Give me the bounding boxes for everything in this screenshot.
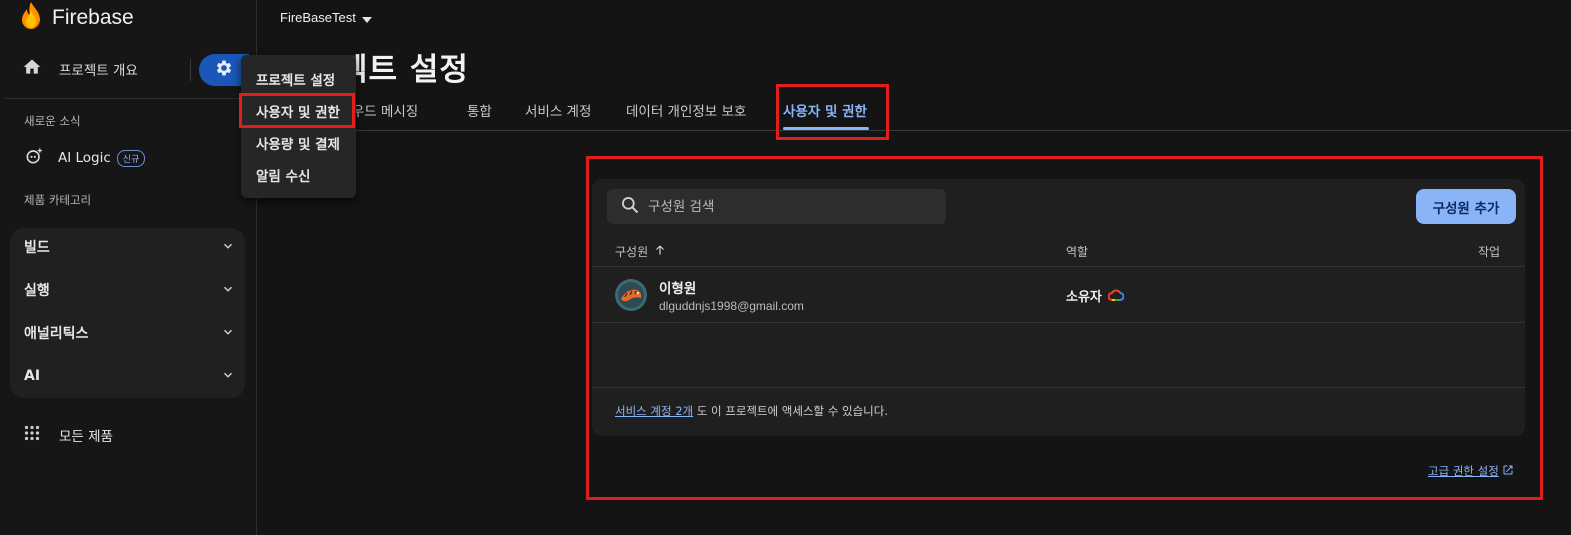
firebase-logo-icon [20, 1, 42, 35]
open-in-new-icon [1502, 461, 1514, 480]
member-role: 소유자 [1066, 286, 1125, 305]
divider [592, 266, 1525, 267]
ai-logic-icon [24, 146, 44, 170]
member-email: dlguddnjs1998@gmail.com [659, 299, 804, 313]
category-section-label: 제품 카테고리 [24, 193, 92, 207]
project-overview-label: 프로젝트 개요 [59, 63, 138, 79]
category-list: 빌드 실행 애널리틱스 AI [10, 228, 245, 398]
menu-item-project-settings[interactable]: 프로젝트 설정 [256, 69, 335, 89]
column-header-role: 역할 [1066, 245, 1089, 259]
divider [592, 387, 1525, 388]
role-label: 소유자 [1066, 290, 1102, 305]
news-section-label: 새로운 소식 [24, 114, 81, 128]
sidebar-item-run[interactable]: 실행 [10, 272, 245, 308]
settings-tabs: 클라우드 메시징 통합 서비스 계정 데이터 개인정보 보호 사용자 및 권한 [257, 96, 1571, 131]
tab-users-permissions[interactable]: 사용자 및 권한 [783, 100, 867, 120]
sidebar-item-build[interactable]: 빌드 [10, 229, 245, 265]
divider [592, 322, 1525, 323]
gear-icon [214, 58, 234, 82]
sidebar-item-all-products[interactable]: 모든 제품 [24, 424, 113, 446]
category-label: AI [24, 368, 41, 384]
chevron-down-icon [221, 367, 235, 386]
menu-item-users-permissions[interactable]: 사용자 및 권한 [256, 101, 340, 121]
brand[interactable]: Firebase [20, 2, 134, 34]
avatar [615, 279, 647, 311]
category-label: 실행 [24, 283, 50, 299]
project-name: FireBaseTest [280, 9, 356, 25]
tab-integrations[interactable]: 통합 [467, 100, 492, 120]
project-overview-link[interactable]: 프로젝트 개요 [22, 52, 138, 86]
divider [5, 98, 255, 99]
column-header-action: 작업 [1478, 245, 1501, 259]
column-header-member[interactable]: 구성원 [615, 243, 666, 260]
apps-grid-icon [24, 425, 40, 445]
member-search-input[interactable] [648, 198, 928, 215]
advanced-permissions-label: 고급 권한 설정 [1428, 463, 1499, 478]
brand-name: Firebase [52, 6, 134, 29]
add-member-button[interactable]: 구성원 추가 [1416, 189, 1516, 224]
category-label: 빌드 [24, 240, 50, 256]
home-icon [22, 57, 42, 81]
ai-logic-label: AI Logic [58, 150, 111, 166]
column-label: 구성원 [615, 245, 649, 259]
service-accounts-link[interactable]: 서비스 계정 2개 [615, 404, 693, 418]
menu-item-alerts[interactable]: 알림 수신 [256, 165, 310, 185]
service-accounts-note: 서비스 계정 2개 도 이 프로젝트에 액세스할 수 있습니다. [615, 403, 888, 419]
new-badge: 신규 [116, 149, 146, 167]
chevron-down-icon [221, 281, 235, 300]
all-products-label: 모든 제품 [59, 429, 113, 445]
service-accounts-note-text: 도 이 프로젝트에 액세스할 수 있습니다. [693, 404, 888, 418]
member-search[interactable] [607, 189, 946, 224]
sidebar-item-analytics[interactable]: 애널리틱스 [10, 315, 245, 351]
search-icon [620, 195, 640, 219]
overview-row: 프로젝트 개요 [0, 52, 257, 86]
members-panel: 구성원 추가 구성원 역할 작업 이형원 dlguddnjs1998@gmail… [592, 179, 1525, 436]
google-cloud-icon [1107, 286, 1125, 305]
chevron-down-icon [221, 238, 235, 257]
caret-down-icon [361, 8, 372, 27]
tab-service-accounts[interactable]: 서비스 계정 [525, 100, 591, 120]
active-tab-indicator [783, 127, 869, 130]
sidebar-item-ai-logic[interactable]: AI Logic 신규 [24, 146, 146, 170]
project-settings-menu: 프로젝트 설정 사용자 및 권한 사용량 및 결제 알림 수신 [241, 55, 356, 198]
sidebar-item-ai[interactable]: AI [10, 358, 245, 394]
menu-item-usage-billing[interactable]: 사용량 및 결제 [256, 133, 340, 153]
chevron-down-icon [221, 324, 235, 343]
category-label: 애널리틱스 [24, 326, 89, 342]
divider [190, 59, 191, 81]
tab-data-privacy[interactable]: 데이터 개인정보 보호 [626, 100, 746, 120]
advanced-permissions-link[interactable]: 고급 권한 설정 [1428, 461, 1514, 480]
sort-arrow-up-icon [654, 244, 666, 259]
sidebar: Firebase 프로젝트 개요 새로운 소식 AI Logic 신규 제품 카… [0, 0, 257, 535]
member-name: 이형원 [659, 281, 697, 297]
project-selector[interactable]: FireBaseTest [280, 7, 372, 27]
